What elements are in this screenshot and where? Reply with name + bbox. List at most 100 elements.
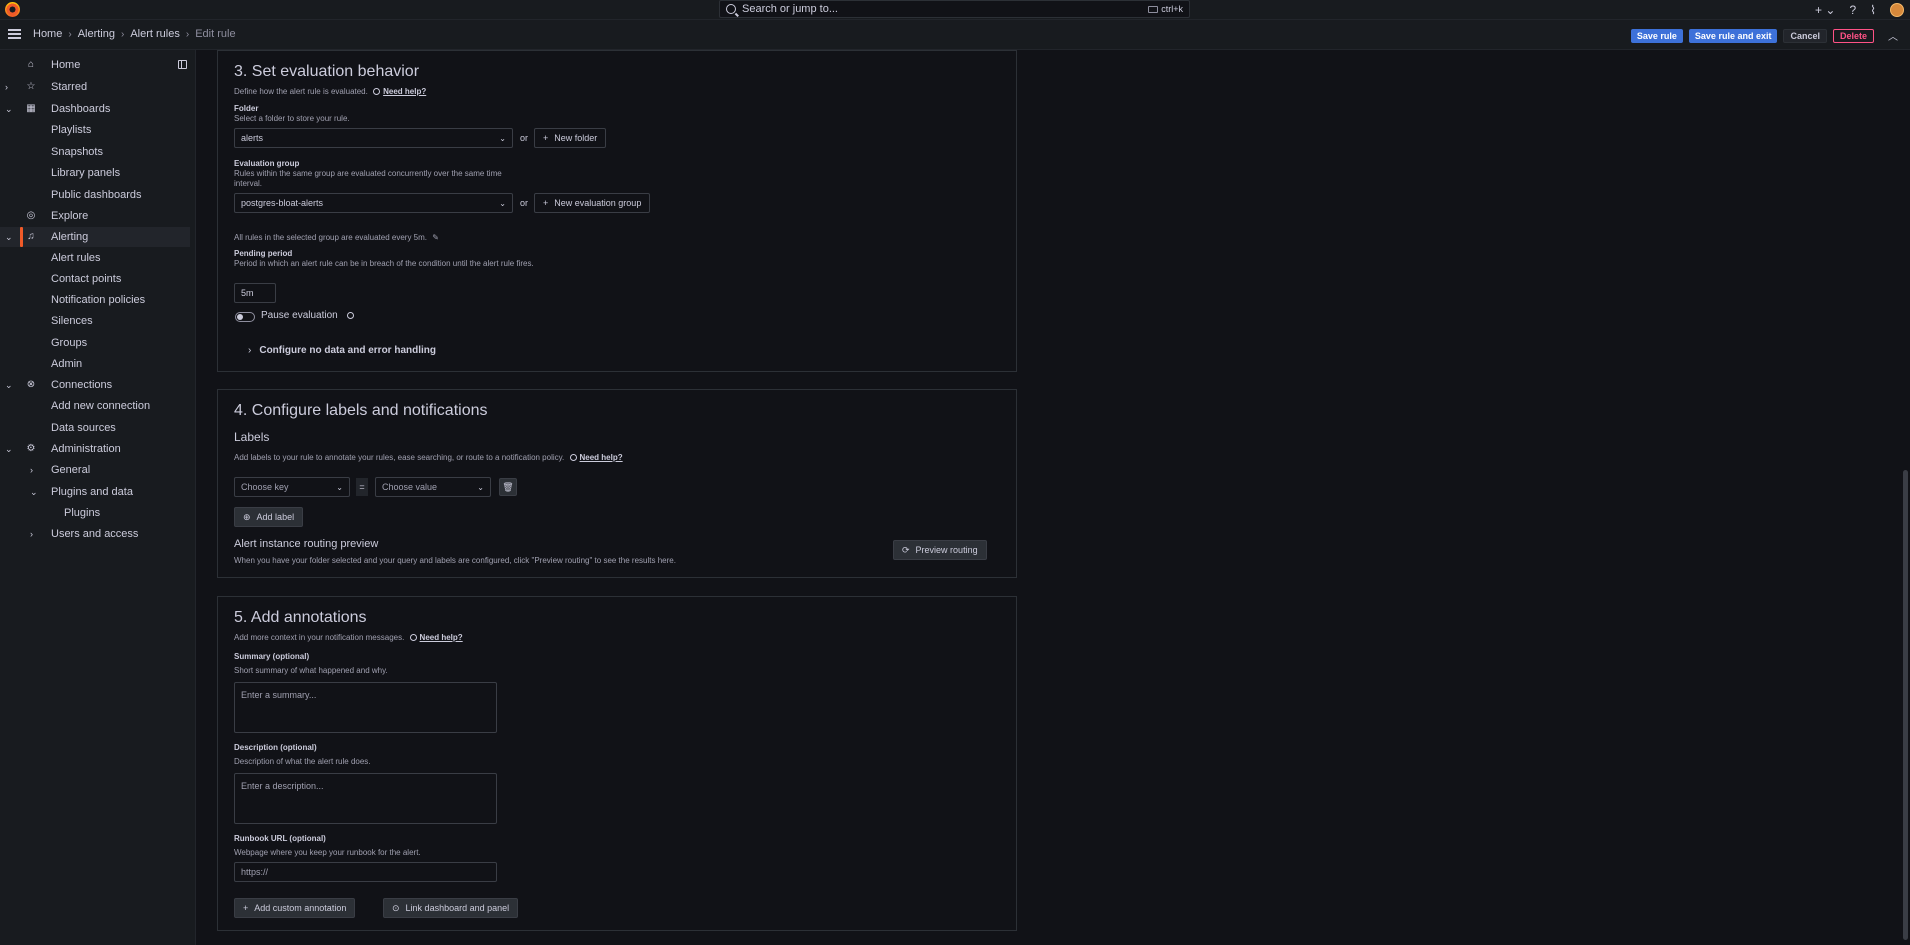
bell-icon: ♫ (27, 231, 35, 242)
configure-no-data-toggle[interactable]: › Configure no data and error handling (248, 345, 436, 356)
grafana-logo-icon[interactable] (5, 2, 20, 17)
sidebar-item-admin[interactable]: Admin (0, 354, 190, 374)
cancel-button[interactable]: Cancel (1783, 28, 1827, 43)
add-new-button[interactable]: + ⌄ (1815, 3, 1835, 17)
sidebar-item-notification-policies[interactable]: Notification policies (0, 290, 190, 310)
chevron-right-icon: › (185, 28, 190, 40)
section-title: 3. Set evaluation behavior (234, 63, 420, 80)
info-circle-icon (569, 454, 577, 461)
pause-evaluation-label: Pause evaluation (261, 310, 357, 321)
help-icon[interactable]: ? (1849, 3, 1856, 17)
breadcrumb: Home › Alerting › Alert rules › Edit rul… (33, 28, 236, 40)
chevron-right-icon: › (120, 28, 125, 40)
search-placeholder: Search or jump to... (742, 3, 838, 15)
sidebar-item-alerting[interactable]: ⌄ ♫ Alerting (0, 227, 190, 247)
sidebar-item-starred[interactable]: › ☆ Starred (0, 77, 190, 97)
search-icon (726, 4, 736, 14)
menu-icon[interactable] (8, 29, 21, 39)
description-textarea[interactable]: Enter a description... (234, 773, 497, 824)
evaluation-interval-note: All rules in the selected group are eval… (234, 233, 439, 242)
chevron-down-icon[interactable]: ⌄ (5, 232, 13, 243)
info-circle-icon[interactable] (346, 312, 354, 319)
sidebar-item-alert-rules[interactable]: Alert rules (0, 248, 190, 268)
sidebar-item-explore[interactable]: ◎ Explore (0, 206, 190, 226)
pending-period-input[interactable]: 5m (234, 283, 276, 303)
chevron-right-icon: › (68, 28, 72, 40)
sidebar-item-plugins-and-data[interactable]: ⌄ Plugins and data (0, 482, 190, 502)
breadcrumb-home[interactable]: Home (33, 28, 62, 40)
chevron-down-icon[interactable]: ⌄ (30, 487, 38, 498)
sidebar-item-add-new-connection[interactable]: Add new connection (0, 396, 190, 416)
sidebar: ⌂ Home › ☆ Starred ⌄ ▦ Dashboards Playli… (0, 50, 196, 945)
sidebar-item-connections[interactable]: ⌄ ⊗ Connections (0, 375, 190, 395)
new-folder-button[interactable]: + New folder (534, 128, 607, 148)
chevron-right-icon[interactable]: › (30, 465, 33, 475)
link-dashboard-and-panel-button[interactable]: ⊙ Link dashboard and panel (383, 898, 519, 918)
preview-routing-button[interactable]: ⟳ Preview routing (893, 540, 987, 560)
link-icon: ⊗ (26, 379, 36, 390)
chevron-right-icon[interactable]: › (5, 82, 8, 92)
label-value-select[interactable]: Choose value ⌄ (375, 477, 491, 497)
chevron-right-icon: › (248, 345, 252, 356)
sidebar-item-playlists[interactable]: Playlists (0, 120, 190, 140)
chevron-down-icon: ⌄ (499, 133, 506, 143)
rss-icon[interactable]: ⌇ (1870, 3, 1876, 17)
summary-textarea[interactable]: Enter a summary... (234, 682, 497, 733)
pending-period-label: Pending period (234, 249, 293, 258)
sidebar-item-home[interactable]: ⌂ Home (0, 55, 190, 75)
avatar[interactable] (1890, 3, 1904, 17)
sidebar-item-administration[interactable]: ⌄ ⚙ Administration (0, 439, 190, 459)
help-link[interactable]: Need help? (373, 87, 426, 96)
description-description: Description of what the alert rule does. (234, 757, 371, 766)
add-custom-annotation-button[interactable]: + Add custom annotation (234, 898, 356, 918)
chevron-down-icon[interactable]: ⌄ (5, 444, 13, 455)
save-rule-and-exit-button[interactable]: Save rule and exit (1688, 28, 1778, 43)
equals-sign: = (356, 478, 368, 496)
trash-icon[interactable]: 🗑 (499, 478, 517, 496)
sidebar-item-users-and-access[interactable]: › Users and access (0, 524, 190, 544)
summary-label: Summary (optional) (234, 652, 310, 661)
sidebar-item-plugins[interactable]: Plugins (0, 503, 190, 523)
sidebar-item-groups[interactable]: Groups (0, 333, 190, 353)
new-evaluation-group-button[interactable]: + New evaluation group (534, 193, 651, 213)
label-key-select[interactable]: Choose key ⌄ (234, 477, 350, 497)
sidebar-item-silences[interactable]: Silences (0, 311, 190, 331)
sidebar-item-data-sources[interactable]: Data sources (0, 418, 190, 438)
delete-button[interactable]: Delete (1832, 28, 1874, 43)
runbook-url-input[interactable]: https:// (234, 862, 497, 882)
chevron-right-icon[interactable]: › (30, 529, 33, 539)
add-label-button[interactable]: ⊕ Add label (234, 507, 304, 527)
sidebar-item-public-dashboards[interactable]: Public dashboards (0, 185, 190, 205)
pending-period-description: Period in which an alert rule can be in … (234, 259, 534, 268)
breadcrumb-alert-rules[interactable]: Alert rules (130, 28, 180, 40)
chevron-up-icon[interactable]: ︿ (1888, 28, 1898, 43)
plus-icon: + (243, 903, 249, 913)
keyboard-shortcut: ctrl+k (1148, 4, 1183, 14)
annotations-description: Add more context in your notification me… (234, 633, 463, 642)
sidebar-item-library-panels[interactable]: Library panels (0, 163, 190, 183)
keyboard-icon (1148, 5, 1159, 13)
help-link[interactable]: Need help? (569, 453, 623, 462)
plus-circle-icon: ⊕ (243, 511, 251, 522)
evaluation-group-select[interactable]: postgres-bloat-alerts ⌄ (234, 193, 513, 213)
folder-select[interactable]: alerts ⌄ (234, 128, 513, 148)
chevron-down-icon: ⌄ (477, 482, 484, 492)
scrollbar[interactable] (1903, 470, 1908, 940)
compass-icon: ◎ (26, 210, 36, 221)
chevron-down-icon[interactable]: ⌄ (5, 380, 13, 391)
runbook-url-label: Runbook URL (optional) (234, 834, 326, 843)
sidebar-item-general[interactable]: › General (0, 460, 190, 480)
sidebar-item-dashboards[interactable]: ⌄ ▦ Dashboards (0, 99, 190, 119)
chevron-down-icon[interactable]: ⌄ (5, 104, 13, 115)
pause-evaluation-toggle[interactable] (235, 312, 255, 322)
section-labels-notifications: 4. Configure labels and notifications La… (217, 389, 1017, 578)
search-input[interactable]: Search or jump to... ctrl+k (719, 0, 1190, 18)
pencil-icon[interactable]: ✎ (432, 233, 439, 242)
breadcrumb-alerting[interactable]: Alerting (78, 28, 115, 40)
save-rule-button[interactable]: Save rule (1630, 28, 1683, 43)
summary-description: Short summary of what happened and why. (234, 666, 388, 675)
sidebar-item-snapshots[interactable]: Snapshots (0, 142, 190, 162)
description-label: Description (optional) (234, 743, 317, 752)
help-link[interactable]: Need help? (409, 633, 463, 642)
sidebar-item-contact-points[interactable]: Contact points (0, 269, 190, 289)
